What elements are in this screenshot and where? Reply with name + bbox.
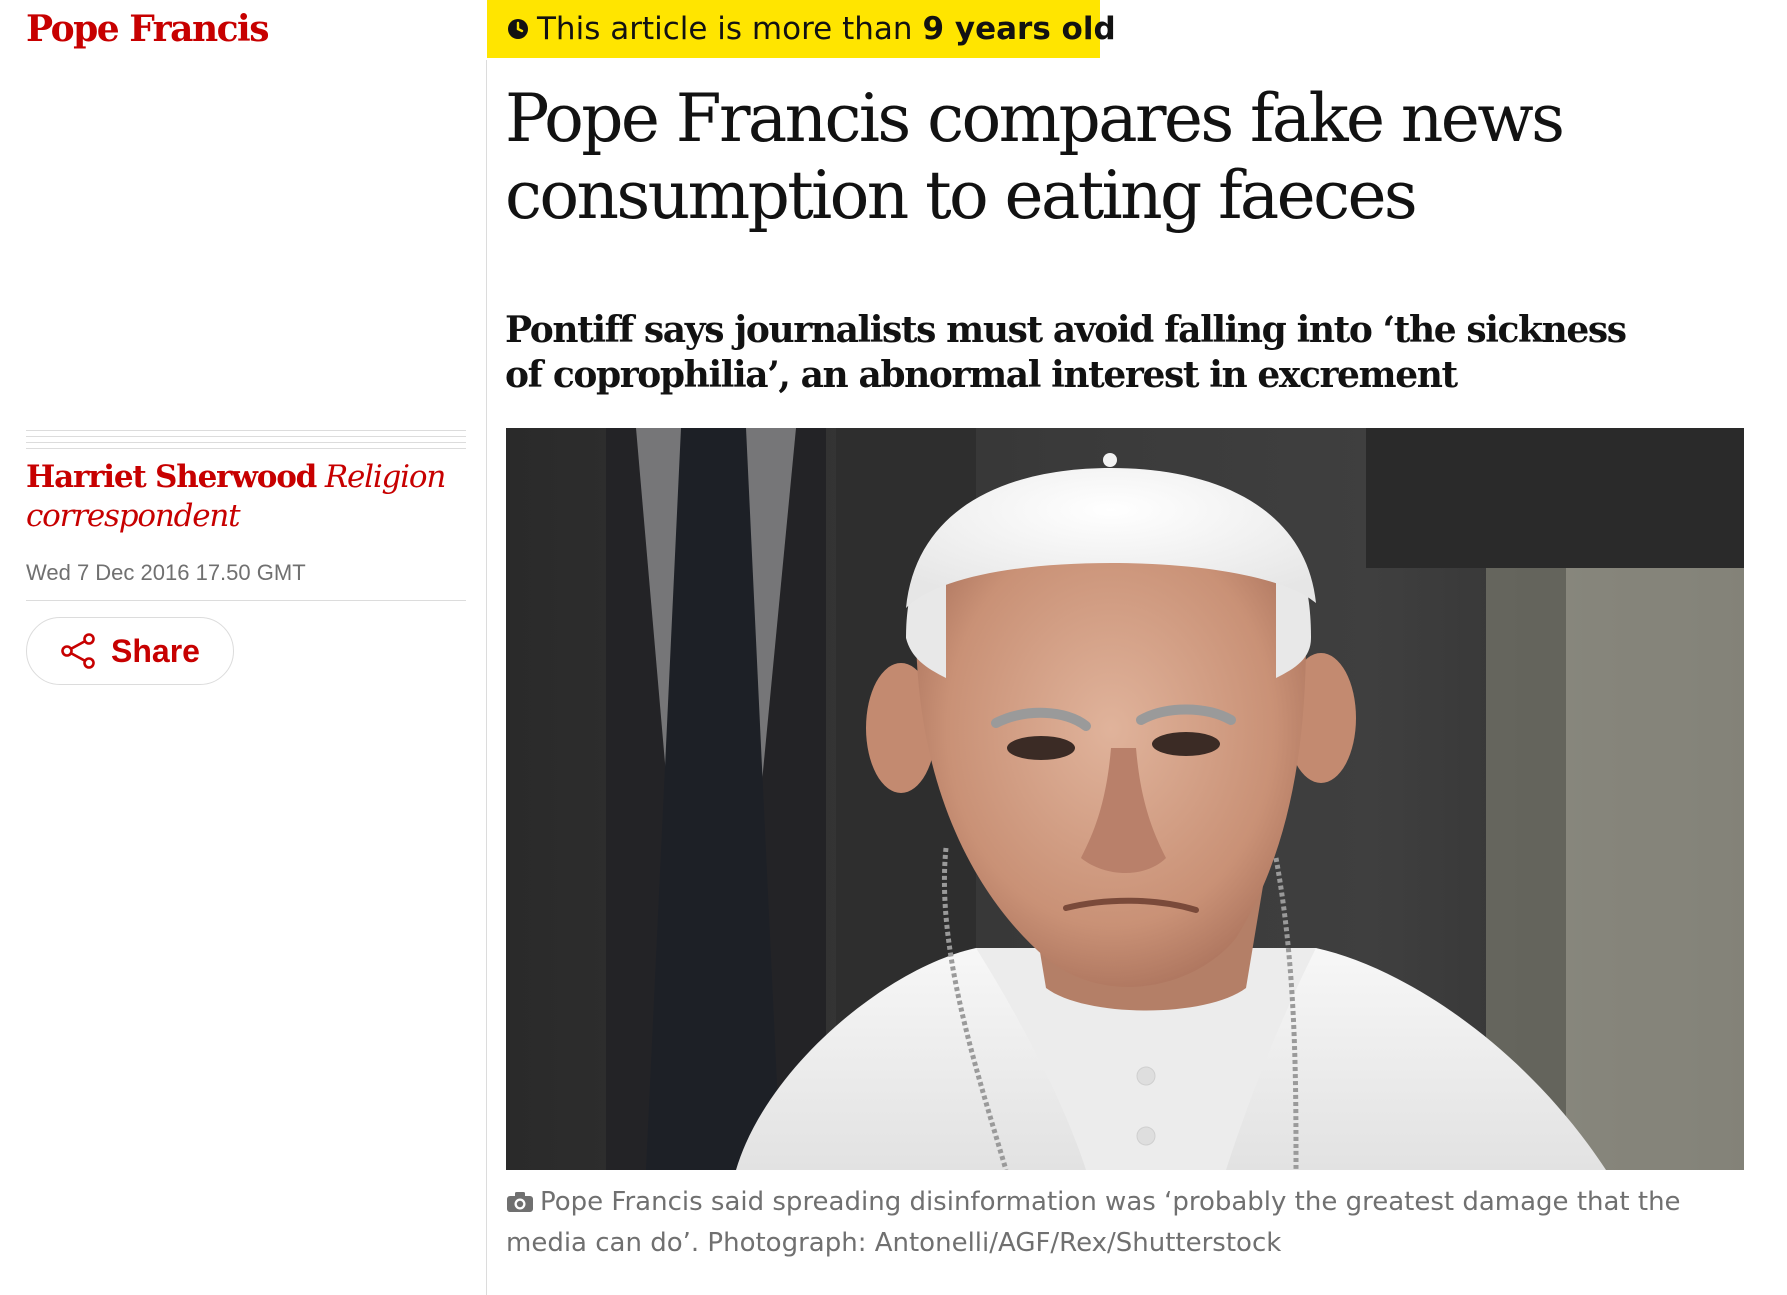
banner-age: 9 years old: [922, 11, 1116, 47]
article-age-banner: This article is more than 9 years old: [487, 0, 1116, 58]
byline: Harriet Sherwood Religion correspondent: [26, 458, 466, 536]
photo-caption: Pope Francis said spreading disinformati…: [506, 1183, 1744, 1262]
share-icon: [59, 632, 97, 670]
column-divider: [486, 60, 487, 1295]
article-standfirst: Pontiff says journalists must avoid fall…: [505, 309, 1627, 396]
article-headline: Pope Francis compares fake news consumpt…: [505, 80, 1565, 234]
share-button[interactable]: Share: [26, 617, 234, 685]
clock-icon: [507, 18, 537, 40]
camera-icon: [506, 1186, 534, 1224]
caption-text: Pope Francis said spreading disinformati…: [506, 1187, 1681, 1258]
section-tag-link[interactable]: Pope Francis: [26, 8, 269, 50]
banner-prefix: This article is more than: [537, 11, 913, 47]
share-label: Share: [111, 632, 200, 669]
meta-divider: [26, 600, 466, 601]
publish-date: Wed 7 Dec 2016 17.50 GMT: [26, 560, 306, 585]
byline-divider: [26, 430, 466, 454]
article-meta-column: Pope Francis Harriet Sherwood Religion c…: [0, 0, 487, 1295]
article-main-photo[interactable]: [506, 428, 1744, 1170]
author-link[interactable]: Harriet Sherwood: [26, 459, 317, 495]
